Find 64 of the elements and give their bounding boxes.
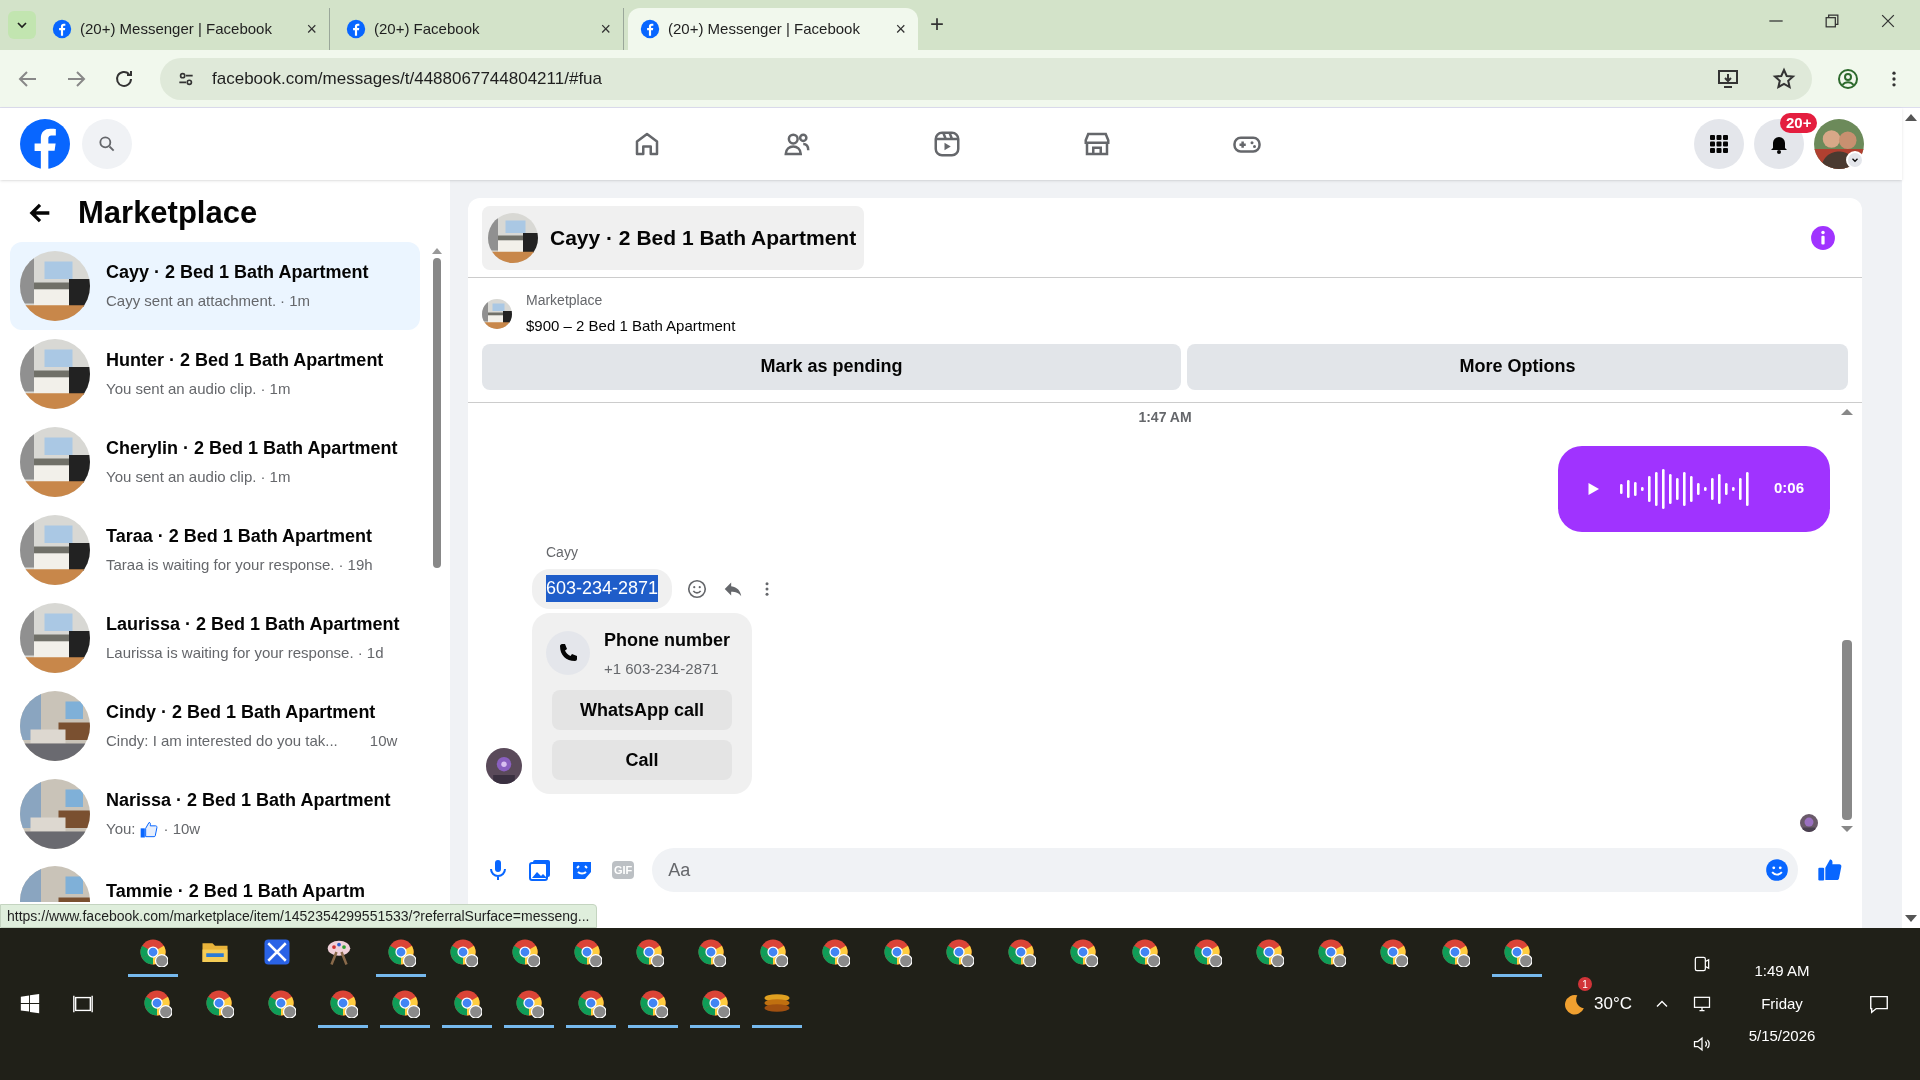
conversation-item[interactable]: Cayy · 2 Bed 1 Bath Apartment Cayy sent an attachment. · 1m <box>10 242 420 330</box>
message-time: · 10w <box>163 819 201 840</box>
audio-duration: 0:06 <box>1773 478 1804 499</box>
action-button[interactable]: More Options <box>1187 343 1848 390</box>
tab-title: (20+) Messenger | Facebook <box>80 18 273 39</box>
conversation-item[interactable]: Taraa · 2 Bed 1 Bath Apartment Taraa is waiting for your response. · 19h <box>10 506 420 594</box>
message-time: 10w <box>369 731 398 752</box>
audio-message[interactable]: 0:06 <box>1558 445 1830 532</box>
clock-date[interactable]: 5/15/2026 <box>1748 1025 1816 1048</box>
clock-day[interactable]: Friday <box>1761 992 1803 1016</box>
message-preview: You sent an audio clip. <box>106 467 257 488</box>
link-preview-tooltip: https://www.facebook.com/marketplace/item/1452354299551533/?referralSurface=messeng... <box>0 904 597 928</box>
conversation-title: Cindy · 2 Bed 1 Bath Apartment <box>106 701 377 725</box>
timestamp: 1:47 AM <box>1138 407 1192 427</box>
conversation-title: Taraa · 2 Bed 1 Bath Apartment <box>106 525 373 549</box>
conversation-item[interactable]: Laurissa · 2 Bed 1 Bath Apartment Laurissa is waiting for your response. · 1d <box>10 594 420 682</box>
message-preview: Cindy: I am interested do you tak... <box>106 731 338 752</box>
weather-badge: 1 <box>1578 977 1592 991</box>
listing-title: $900 – 2 Bed 1 Bath Apartment <box>526 316 736 336</box>
phone-number: +1 603-234-2871 <box>604 658 720 679</box>
action-button[interactable]: Mark as pending <box>482 343 1181 390</box>
listing-label: Marketplace <box>526 291 604 310</box>
address-bar[interactable]: facebook.com/messages/t/4488067744804211/#fua <box>160 57 1812 100</box>
tab-title: (20+) Messenger | Facebook <box>668 18 861 39</box>
conversation-title: Cherylin · 2 Bed 1 Bath Apartment <box>106 437 398 461</box>
conversation-title: Cayy · 2 Bed 1 Bath Apartment <box>106 261 369 285</box>
message-preview: Laurissa is waiting for your response. <box>106 643 354 664</box>
close-icon[interactable]: × <box>895 15 906 43</box>
message-time: · 1m <box>260 467 291 488</box>
message-preview: Taraa is waiting for your response. <box>106 555 335 576</box>
message-preview: You: <box>106 819 136 840</box>
close-icon[interactable]: × <box>306 15 317 43</box>
chat-title: Cayy · 2 Bed 1 Bath Apartment <box>550 224 857 251</box>
tab-title: (20+) Facebook <box>374 18 481 39</box>
sender-name: Cayy <box>546 542 578 562</box>
close-icon[interactable]: × <box>600 15 611 43</box>
message-text: 603-234-2871 <box>546 575 659 602</box>
url-text: facebook.com/messages/t/4488067744804211/#fua <box>212 67 604 90</box>
card-title: Phone number <box>604 628 730 652</box>
call-button[interactable]: Call <box>552 740 732 780</box>
message-preview: Cayy sent an attachment. <box>106 291 277 312</box>
conversation-item[interactable]: Narissa · 2 Bed 1 Bath Apartment You: · 10w <box>10 770 420 858</box>
temperature: 30°C <box>1594 993 1632 1016</box>
conversation-item[interactable]: Cindy · 2 Bed 1 Bath Apartment Cindy: I am interested do you tak... 10w <box>10 682 420 770</box>
conversation-title: Hunter · 2 Bed 1 Bath Apartment <box>106 349 384 373</box>
new-tab-icon[interactable]: + <box>930 6 944 42</box>
sidebar-title: Marketplace <box>78 193 258 232</box>
message-time: · 1m <box>280 291 311 312</box>
conversation-item[interactable]: Cherylin · 2 Bed 1 Bath Apartment You sent an audio clip. · 1m <box>10 418 420 506</box>
conversation-title: Narissa · 2 Bed 1 Bath Apartment <box>106 789 391 813</box>
message-time: · 19h <box>338 555 373 576</box>
browser-tab[interactable]: (20+) Messenger | Facebook × <box>628 8 918 50</box>
message-bubble[interactable]: 603-234-2871 <box>532 568 673 609</box>
call-button[interactable]: WhatsApp call <box>552 690 732 730</box>
message-time: · 1d <box>357 643 384 664</box>
message-time: · 1m <box>260 379 291 400</box>
clock-time[interactable]: 1:49 AM <box>1754 960 1810 983</box>
conversation-title: Tammie · 2 Bed 1 Bath Apartm <box>106 880 366 902</box>
message-preview: You sent an audio clip. <box>106 379 257 400</box>
notification-badge: 20+ <box>1780 113 1818 133</box>
conversation-item[interactable]: Hunter · 2 Bed 1 Bath Apartment You sent an audio clip. · 1m <box>10 330 420 418</box>
message-input[interactable]: Aa <box>652 848 1798 892</box>
conversation-title: Laurissa · 2 Bed 1 Bath Apartment <box>106 613 400 637</box>
conversation-title-button[interactable]: Cayy · 2 Bed 1 Bath Apartment <box>482 205 865 270</box>
